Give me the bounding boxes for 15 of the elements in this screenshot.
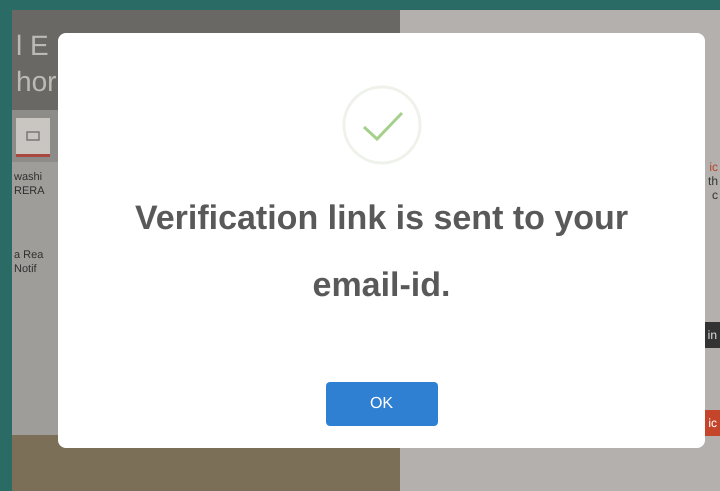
tab-icon[interactable] xyxy=(16,118,50,157)
page-button[interactable]: ic xyxy=(705,410,720,436)
page-text: washi xyxy=(13,170,42,184)
page-button[interactable]: in xyxy=(704,322,720,348)
ok-button[interactable]: OK xyxy=(326,382,438,426)
dialog-message: Verification link is sent to your email-id. xyxy=(134,198,630,306)
page-text: Notif xyxy=(13,262,37,276)
page-text: c xyxy=(711,188,719,202)
page-link[interactable]: ic xyxy=(707,160,720,174)
page-text: a Rea xyxy=(13,248,44,262)
page-title-text: l E xyxy=(16,29,49,63)
page-text: RERA xyxy=(13,184,45,198)
page-text: th xyxy=(706,174,719,188)
page-title-text: hor xyxy=(16,65,56,99)
check-icon xyxy=(342,85,422,165)
